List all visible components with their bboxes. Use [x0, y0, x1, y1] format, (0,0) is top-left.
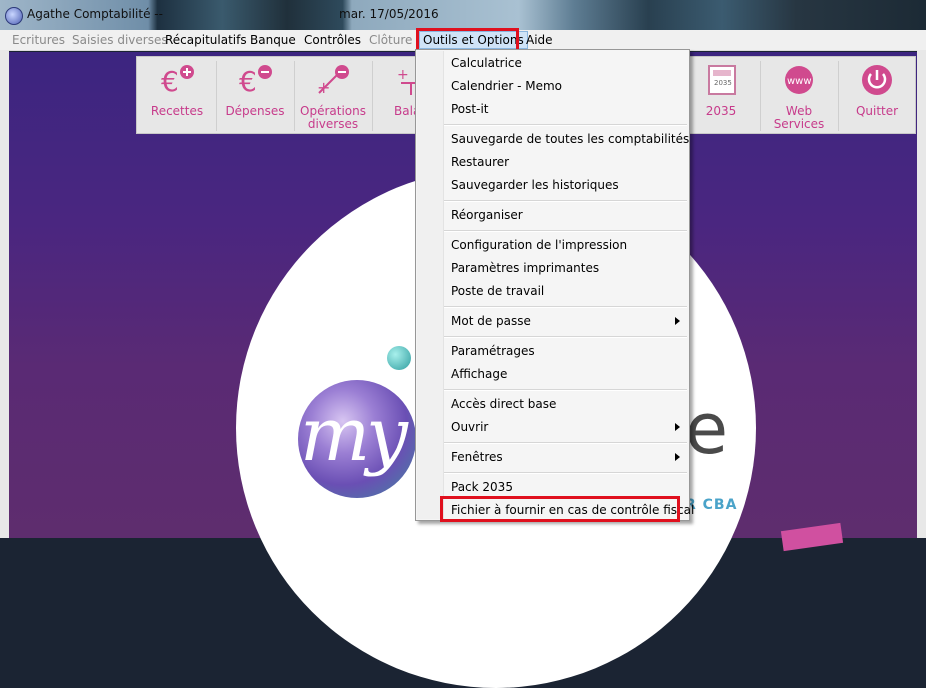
menu-item-calendrier-memo[interactable]: Calendrier - Memo	[451, 76, 562, 96]
euro-minus-icon: €	[239, 65, 272, 97]
window-date: mar. 17/05/2016	[339, 7, 439, 21]
menu-separator	[444, 389, 687, 391]
outils-options-dropdown: Calculatrice Calendrier - Memo Post-it S…	[415, 49, 694, 521]
menu-item-poste-de-travail[interactable]: Poste de travail	[451, 281, 544, 301]
menu-separator	[444, 200, 687, 202]
menu-item-sauvegarde-toutes[interactable]: Sauvegarde de toutes les comptabilités	[451, 129, 689, 149]
operations-diverses-button[interactable]: + Opérations diverses	[295, 57, 371, 133]
menu-separator	[444, 442, 687, 444]
depenses-label: Dépenses	[225, 104, 285, 118]
menu-item-fichier-controle-fiscal[interactable]: Fichier à fournir en cas de contrôle fis…	[451, 500, 694, 520]
menu-controles[interactable]: Contrôles	[304, 32, 361, 48]
menu-item-restaurer[interactable]: Restaurer	[451, 152, 509, 172]
logo-brand-end: e	[685, 388, 729, 470]
menu-item-configuration-impression[interactable]: Configuration de l'impression	[451, 235, 627, 255]
recettes-button[interactable]: € Recettes	[139, 57, 215, 133]
menu-item-affichage[interactable]: Affichage	[451, 364, 507, 384]
app-logo-icon	[5, 7, 23, 25]
title-bar: Agathe Comptabilité -- mar. 17/05/2016	[0, 0, 926, 30]
window-frame-right	[917, 50, 926, 538]
menu-saisies-diverses[interactable]: Saisies diverses	[72, 32, 168, 48]
menu-separator	[444, 336, 687, 338]
submenu-arrow-icon	[675, 317, 680, 325]
window-title: Agathe Comptabilité --	[27, 7, 163, 21]
form-2035-button[interactable]: 2035 2035	[683, 57, 759, 133]
menu-separator	[444, 230, 687, 232]
form-2035-icon: 2035	[708, 65, 736, 95]
window-frame-left	[0, 50, 9, 538]
power-icon	[862, 65, 892, 95]
web-services-label: Web Services	[773, 104, 825, 131]
svg-text:€: €	[161, 65, 179, 97]
svg-text:www: www	[787, 76, 812, 87]
submenu-arrow-icon	[675, 453, 680, 461]
menu-bar: Ecritures Saisies diverses Récapitulatif…	[0, 30, 926, 51]
menu-outils-et-options[interactable]: Outils et Options	[419, 31, 528, 49]
depenses-button[interactable]: € Dépenses	[217, 57, 293, 133]
svg-text:+: +	[397, 67, 409, 83]
menu-item-post-it[interactable]: Post-it	[451, 99, 488, 119]
menu-separator	[444, 124, 687, 126]
svg-text:2035: 2035	[714, 79, 732, 87]
recettes-label: Recettes	[150, 104, 204, 118]
menu-separator	[444, 306, 687, 308]
menu-ecritures[interactable]: Ecritures	[12, 32, 65, 48]
menu-item-pack-2035[interactable]: Pack 2035	[451, 477, 513, 497]
www-globe-icon: www	[785, 66, 813, 94]
form-2035-label: 2035	[705, 104, 737, 118]
plus-minus-icon: +	[317, 65, 349, 97]
logo-dot-icon	[387, 346, 411, 370]
menu-item-acces-direct-base[interactable]: Accès direct base	[451, 394, 556, 414]
menu-item-fenetres[interactable]: Fenêtres	[451, 447, 503, 467]
menu-separator	[444, 472, 687, 474]
menu-gutter	[417, 51, 444, 519]
submenu-arrow-icon	[675, 423, 680, 431]
menu-cloture[interactable]: Clôture	[369, 32, 412, 48]
svg-text:€: €	[239, 65, 257, 97]
menu-item-calculatrice[interactable]: Calculatrice	[451, 53, 522, 73]
menu-recapitulatifs[interactable]: Récapitulatifs	[165, 32, 247, 48]
web-services-button[interactable]: www Web Services	[761, 57, 837, 133]
menu-aide[interactable]: Aide	[526, 32, 553, 48]
svg-text:+: +	[317, 78, 330, 97]
menu-item-reorganiser[interactable]: Réorganiser	[451, 205, 523, 225]
menu-item-sauvegarder-historiques[interactable]: Sauvegarder les historiques	[451, 175, 619, 195]
operations-diverses-label: Opérations diverses	[300, 104, 366, 131]
logo-brand-fragment: my	[300, 392, 408, 478]
quitter-button[interactable]: Quitter	[839, 57, 915, 133]
menu-item-mot-de-passe[interactable]: Mot de passe	[451, 311, 531, 331]
menu-item-parametres-imprimantes[interactable]: Paramètres imprimantes	[451, 258, 599, 278]
menu-banque[interactable]: Banque	[250, 32, 296, 48]
menu-item-parametrages[interactable]: Paramétrages	[451, 341, 535, 361]
quitter-label: Quitter	[855, 104, 899, 118]
euro-plus-icon: €	[161, 65, 194, 97]
menu-item-ouvrir[interactable]: Ouvrir	[451, 417, 488, 437]
